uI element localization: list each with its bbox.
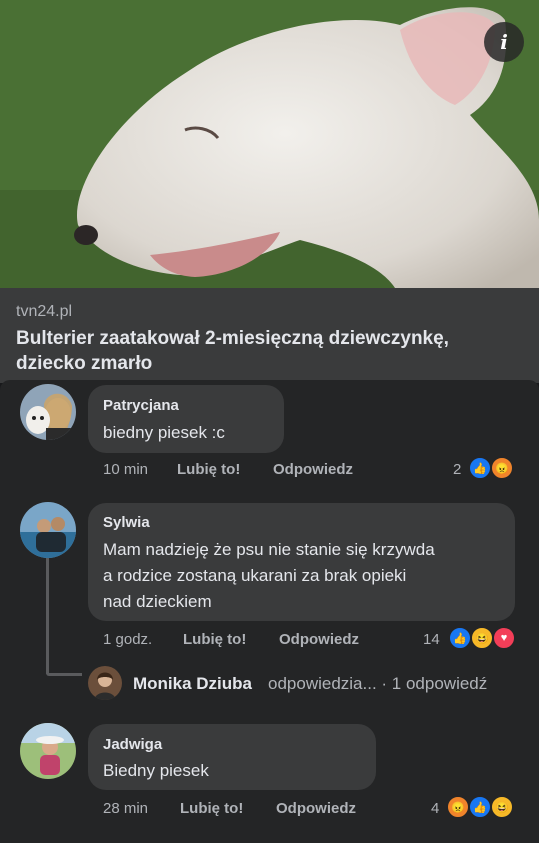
- reaction-count[interactable]: 4: [431, 800, 439, 817]
- thread-connector: [46, 673, 82, 676]
- avatar[interactable]: [20, 384, 76, 440]
- comment-author[interactable]: Sylwia: [103, 514, 150, 531]
- haha-icon: 😆: [470, 626, 494, 650]
- reply-author[interactable]: Monika Dziuba: [133, 674, 252, 694]
- haha-icon: 😆: [490, 795, 514, 819]
- comment-author[interactable]: Jadwiga: [103, 736, 162, 753]
- link-domain: tvn24.pl: [16, 303, 73, 320]
- like-icon: 👍: [448, 626, 472, 650]
- comment-text-line: a rodzice zostaną ukarani za brak opieki: [103, 566, 407, 585]
- comment-text-line: Mam nadzieję że psu nie stanie się krzyw…: [103, 540, 435, 559]
- comment-time[interactable]: 10 min: [103, 461, 148, 478]
- comment-time[interactable]: 28 min: [103, 800, 148, 817]
- reply-button[interactable]: Odpowiedz: [273, 461, 353, 478]
- info-icon[interactable]: i: [484, 22, 524, 62]
- like-button[interactable]: Lubię to!: [177, 461, 240, 478]
- reply-button[interactable]: Odpowiedz: [276, 800, 356, 817]
- reaction-count[interactable]: 14: [423, 631, 440, 648]
- link-headline[interactable]: Bulterier zaatakował 2-miesięczną dziewc…: [16, 326, 521, 376]
- like-icon: 👍: [468, 456, 492, 480]
- article-image[interactable]: i: [0, 0, 539, 288]
- avatar[interactable]: [20, 723, 76, 779]
- comment-time[interactable]: 1 godz.: [103, 631, 152, 648]
- bull-terrier-photo: [0, 0, 539, 288]
- comment-author[interactable]: Patrycjana: [103, 397, 179, 414]
- avatar[interactable]: [88, 666, 122, 700]
- thread-connector: [46, 558, 49, 674]
- reply-button[interactable]: Odpowiedz: [279, 631, 359, 648]
- avatar[interactable]: [20, 502, 76, 558]
- view-replies-link[interactable]: odpowiedzia... · 1 odpowiedź: [268, 674, 487, 694]
- like-button[interactable]: Lubię to!: [180, 800, 243, 817]
- angry-icon: 😠: [490, 456, 514, 480]
- like-icon: 👍: [468, 795, 492, 819]
- love-icon: ♥: [492, 626, 516, 650]
- angry-icon: 😠: [446, 795, 470, 819]
- comment-text-line: nad dzieckiem: [103, 592, 212, 611]
- reaction-count[interactable]: 2: [453, 461, 461, 478]
- like-button[interactable]: Lubię to!: [183, 631, 246, 648]
- comment-text: Biedny piesek: [103, 761, 209, 780]
- comment-text: biedny piesek :c: [103, 423, 225, 442]
